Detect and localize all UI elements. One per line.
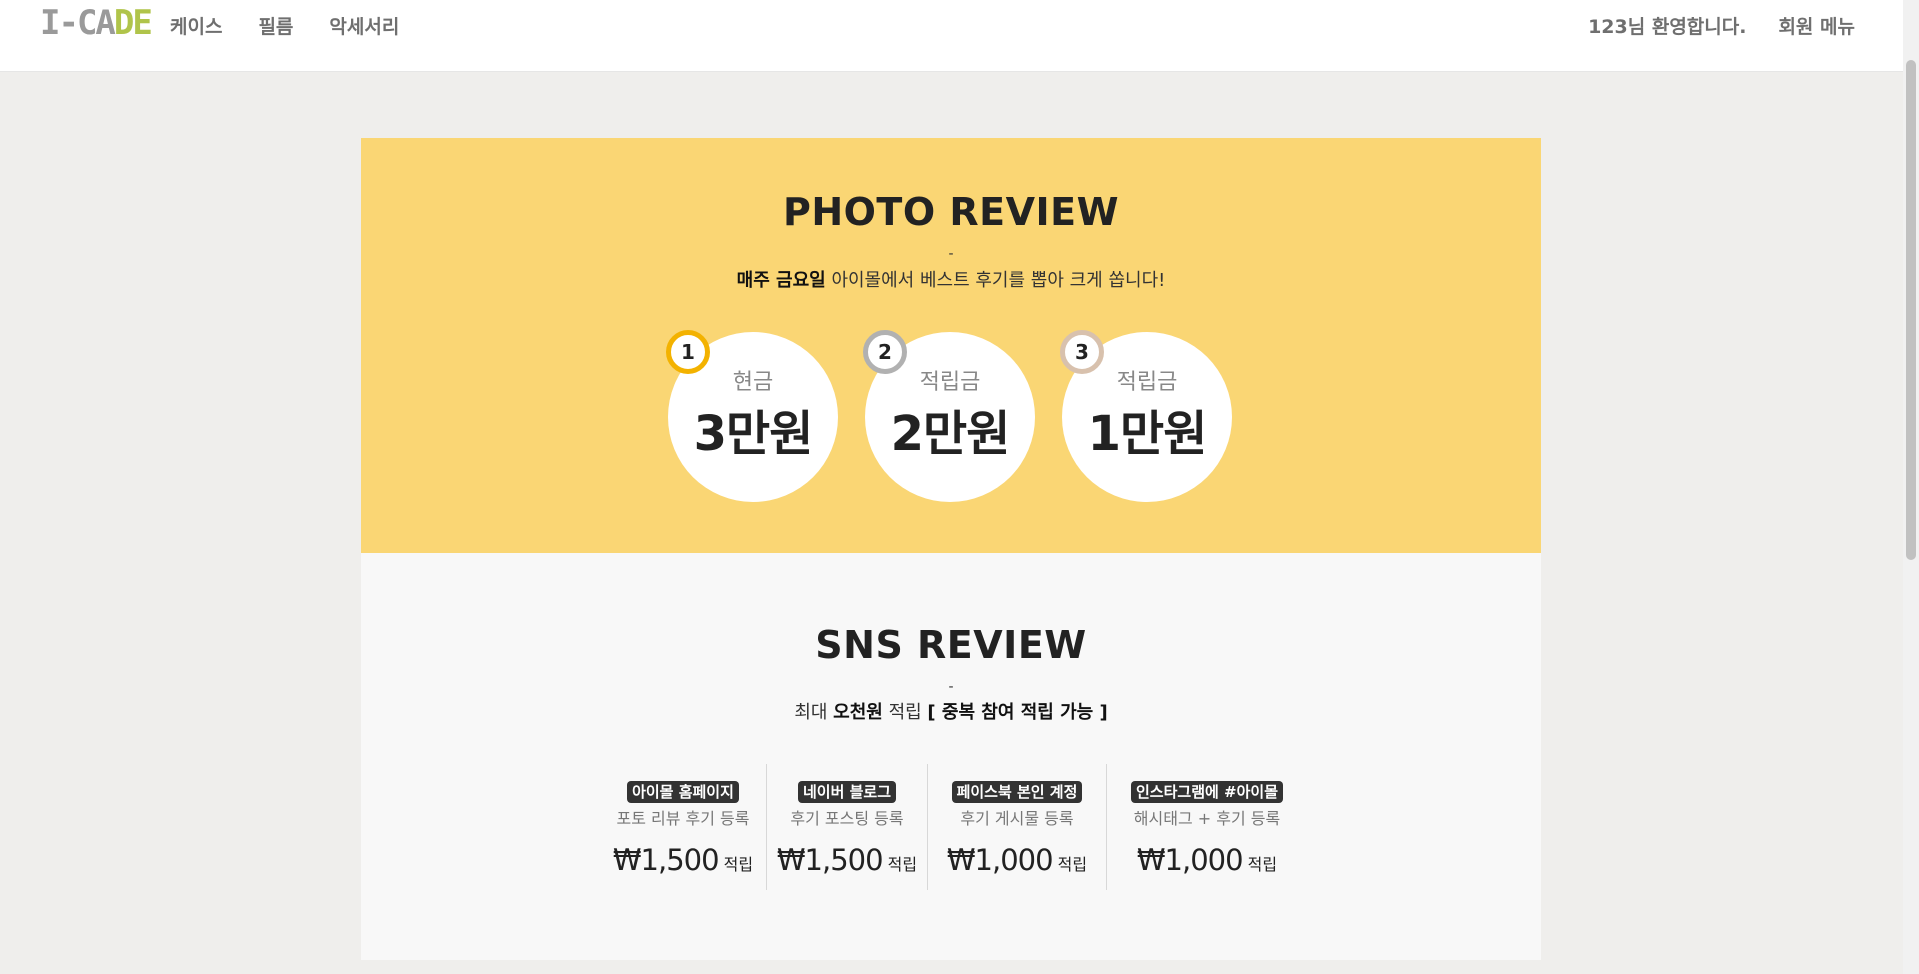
member-menu-button[interactable]: 회원 메뉴: [1778, 12, 1855, 39]
prize-list: 1 현금 3만원 2 적립금 2만원 3 적립금 1만원: [666, 330, 1232, 502]
prize-kind: 현금: [732, 370, 774, 395]
sns-item-badge: 네이버 블로그: [797, 781, 897, 803]
sns-review-section: SNS REVIEW - 최대 오천원 적립 [ 중복 참여 적립 가능 ] 아…: [361, 553, 1541, 960]
sns-item-price: ₩1,000 적립: [1107, 843, 1307, 877]
sns-item-price: ₩1,500 적립: [600, 843, 766, 877]
logo-text: I-CADE: [40, 3, 153, 43]
page-scrollbar[interactable]: [1903, 0, 1919, 974]
price-value: ₩1,000: [946, 843, 1054, 877]
sns-item-sub: 후기 포스팅 등록: [790, 809, 904, 828]
prize-kind: 적립금: [1116, 370, 1178, 395]
desc-bold-note: [ 중복 참여 적립 가능 ]: [927, 702, 1108, 723]
prize-amount: 3만원: [693, 406, 814, 462]
site-logo[interactable]: I-CADE: [40, 3, 153, 43]
photo-review-description: 매주 금요일 아이몰에서 베스트 후기를 뽑아 크게 쏩니다!: [361, 266, 1541, 292]
title-divider: -: [948, 246, 954, 262]
desc-bold-amount: 오천원: [833, 702, 883, 723]
sns-review-title: SNS REVIEW: [815, 623, 1087, 667]
main-nav: 케이스 필름 악세서리: [170, 12, 399, 39]
price-value: ₩1,000: [1136, 843, 1244, 877]
sns-item-instagram: 인스타그램에 #아이몰 해시태그 + 후기 등록 ₩1,000 적립: [1106, 764, 1307, 890]
photo-review-section: PHOTO REVIEW - 매주 금요일 아이몰에서 베스트 후기를 뽑아 크…: [361, 138, 1541, 553]
nav-item-case[interactable]: 케이스: [170, 12, 222, 39]
prize-circle-1: 1 현금 3만원: [666, 330, 838, 502]
desc-mid: 적립: [882, 702, 928, 723]
sns-reward-list: 아이몰 홈페이지 포토 리뷰 후기 등록 ₩1,500 적립 네이버 블로그 후…: [600, 764, 1307, 890]
sns-item-price: ₩1,000 적립: [928, 843, 1106, 877]
price-unit: 적립: [887, 855, 918, 874]
sns-item-badge: 페이스북 본인 계정: [951, 781, 1083, 803]
prize-amount: 2만원: [890, 406, 1011, 462]
title-divider: -: [948, 679, 954, 695]
site-header: I-CADE 케이스 필름 악세서리 123님 환영합니다. 회원 메뉴: [0, 0, 1903, 72]
prize-amount: 1만원: [1087, 406, 1208, 462]
sns-review-description: 최대 오천원 적립 [ 중복 참여 적립 가능 ]: [361, 698, 1541, 724]
price-unit: 적립: [1057, 855, 1088, 874]
sns-item-badge: 아이몰 홈페이지: [627, 781, 739, 803]
price-unit: 적립: [723, 855, 754, 874]
sns-item-price: ₩1,500 적립: [767, 843, 927, 877]
scrollbar-thumb[interactable]: [1906, 60, 1916, 560]
prize-kind: 적립금: [919, 370, 981, 395]
price-value: ₩1,500: [612, 843, 720, 877]
sns-item-sub: 해시태그 + 후기 등록: [1133, 809, 1281, 828]
user-area: 123님 환영합니다. 회원 메뉴: [1588, 12, 1855, 39]
sns-item-homepage: 아이몰 홈페이지 포토 리뷰 후기 등록 ₩1,500 적립: [600, 764, 766, 890]
desc-bold: 매주 금요일: [736, 270, 826, 291]
sns-item-sub: 후기 게시물 등록: [960, 809, 1074, 828]
nav-item-film[interactable]: 필름: [258, 12, 293, 39]
prize-circle-3: 3 적립금 1만원: [1060, 330, 1232, 502]
prize-circle-2: 2 적립금 2만원: [863, 330, 1035, 502]
nav-item-accessory[interactable]: 악세서리: [329, 12, 399, 39]
photo-review-title: PHOTO REVIEW: [782, 190, 1120, 234]
desc-pre: 최대: [794, 702, 834, 723]
welcome-text[interactable]: 123님 환영합니다.: [1588, 12, 1746, 39]
sns-item-facebook: 페이스북 본인 계정 후기 게시물 등록 ₩1,000 적립: [927, 764, 1106, 890]
sns-item-badge: 인스타그램에 #아이몰: [1131, 781, 1283, 803]
sns-item-naver-blog: 네이버 블로그 후기 포스팅 등록 ₩1,500 적립: [766, 764, 927, 890]
desc-rest: 아이몰에서 베스트 후기를 뽑아 크게 쏩니다!: [825, 270, 1166, 291]
price-unit: 적립: [1247, 855, 1278, 874]
sns-item-sub: 포토 리뷰 후기 등록: [616, 809, 750, 828]
price-value: ₩1,500: [776, 843, 884, 877]
